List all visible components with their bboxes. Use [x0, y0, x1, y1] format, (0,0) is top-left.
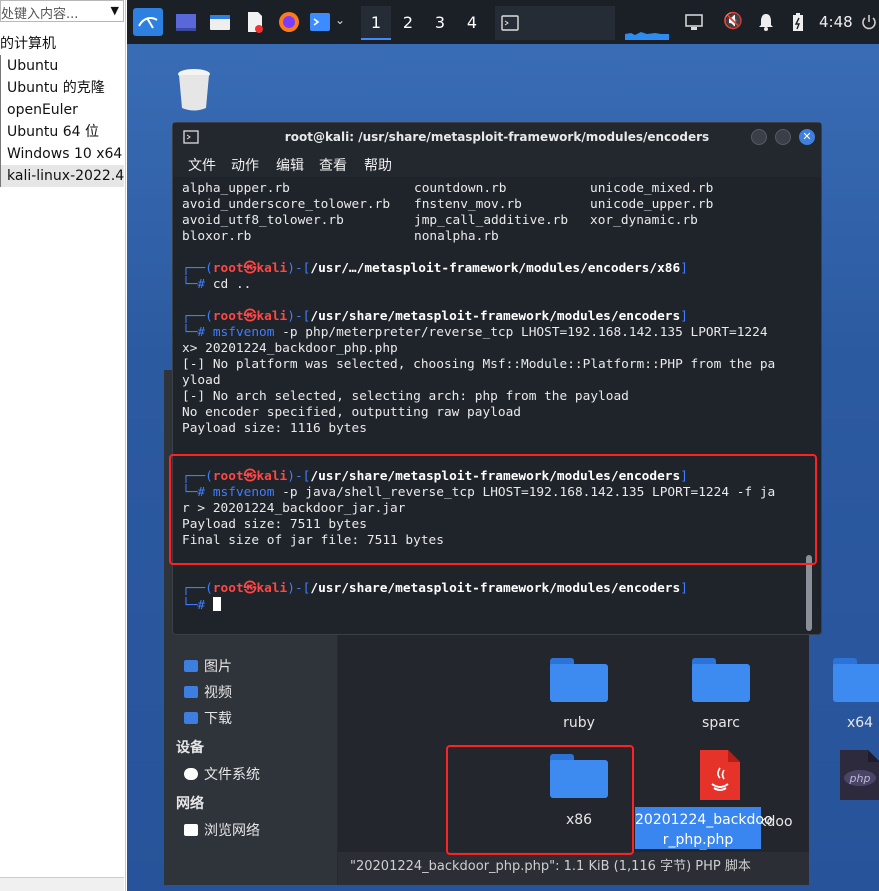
firefox-icon[interactable]	[277, 10, 301, 34]
menu-edit[interactable]: 编辑	[276, 155, 304, 175]
folder-icon[interactable]	[692, 658, 750, 702]
trash-icon[interactable]	[177, 68, 211, 112]
sidebar-header-network: 网络	[176, 796, 204, 812]
prompt-line: ┌──(root㉿kali)-[/usr/share/metasploit-fr…	[182, 581, 688, 596]
text-editor-icon[interactable]	[245, 10, 265, 34]
command-line: └─# msfvenom -p php/meterpreter/reverse_…	[182, 325, 768, 340]
menu-view[interactable]: 查看	[319, 155, 347, 175]
vm-item-selected[interactable]: kali-linux-2022.4	[0, 165, 124, 187]
java-archive-icon[interactable]	[698, 748, 742, 802]
menu-file[interactable]: 文件	[188, 155, 216, 175]
drive-icon	[184, 768, 198, 780]
highlight-box-command	[169, 454, 817, 565]
terminal-launcher-icon[interactable]	[309, 10, 331, 34]
folder-icon[interactable]	[550, 658, 608, 702]
terminal-title: root@kali: /usr/share/metasploit-framewo…	[284, 130, 710, 144]
file-manager-icon[interactable]	[209, 10, 231, 34]
terminal-scrollbar[interactable]	[806, 555, 812, 631]
output-line: [-] No platform was selected, choosing M…	[182, 357, 776, 372]
show-desktop-icon[interactable]	[175, 10, 197, 34]
php-file-icon[interactable]: php	[838, 748, 879, 802]
host-horizontal-scrollbar[interactable]	[0, 877, 124, 891]
monitor-icon	[184, 824, 198, 836]
command-line: └─# cd ..	[182, 277, 252, 292]
host-search-input[interactable]: 处键入内容... ▼	[0, 0, 124, 22]
close-icon: ✕	[802, 130, 812, 143]
vm-item[interactable]: Windows 10 x64	[0, 143, 124, 165]
vm-root-my-computer[interactable]: 的计算机	[0, 33, 124, 55]
sidebar-item-browse-network[interactable]: 浏览网络	[184, 821, 260, 841]
vm-item[interactable]: Ubuntu 的克隆	[0, 77, 124, 99]
videos-icon	[184, 686, 198, 698]
chevron-down-icon[interactable]: ⌄	[335, 13, 345, 37]
maximize-button[interactable]	[775, 129, 791, 145]
clock[interactable]: 4:48	[819, 13, 853, 31]
host-search-placeholder: 处键入内容...	[1, 7, 79, 22]
highlight-box-jar	[446, 745, 634, 855]
sidebar-item-pictures[interactable]: 图片	[184, 657, 232, 677]
power-icon[interactable]	[861, 14, 877, 30]
sidebar-item-filesystem[interactable]: 文件系统	[184, 765, 260, 785]
sidebar-header-devices: 设备	[176, 740, 204, 756]
cpu-graph-icon	[625, 32, 669, 40]
command-line-active[interactable]: └─#	[182, 597, 221, 613]
file-manager-status-bar: "20201224_backdoor_php.php": 1.1 KiB (1,…	[338, 852, 809, 885]
prompt-line: ┌──(root㉿kali)-[/usr/share/metasploit-fr…	[182, 309, 688, 324]
vm-item[interactable]: Ubuntu	[0, 55, 124, 77]
close-button[interactable]: ✕	[799, 129, 815, 145]
taskbar-window-terminal[interactable]	[495, 6, 615, 40]
terminal-titlebar[interactable]: root@kali: /usr/share/metasploit-framewo…	[173, 123, 821, 151]
output-line: [-] No arch selected, selecting arch: ph…	[182, 389, 629, 404]
text-cursor	[212, 597, 221, 611]
file-label-ruby[interactable]: ruby	[514, 715, 644, 731]
terminal-menubar: 文件 动作 编辑 查看 帮助	[173, 151, 821, 177]
workspace-4-button[interactable]: 4	[457, 6, 487, 40]
workspace-3-button[interactable]: 3	[425, 6, 455, 40]
workspace-1-button[interactable]: 1	[361, 6, 391, 40]
vm-item[interactable]: openEuler	[0, 99, 124, 121]
downloads-icon	[184, 712, 198, 724]
kali-menu-icon[interactable]	[133, 8, 163, 36]
file-label-php-selected[interactable]: 20201224_backdoo r_php.php	[635, 810, 773, 850]
network-icon[interactable]	[684, 12, 704, 32]
notification-bell-icon[interactable]	[757, 12, 775, 32]
vm-item[interactable]: Ubuntu 64 位	[0, 121, 124, 143]
svg-text:php: php	[849, 772, 871, 785]
prompt-line: ┌──(root㉿kali)-[/usr/…/metasploit-framew…	[182, 261, 688, 276]
file-label-x64[interactable]: x64	[795, 715, 879, 731]
mute-icon[interactable]: 🔇	[723, 11, 743, 30]
output-line: Payload size: 1116 bytes	[182, 421, 367, 436]
taskbar: ⌄ 1 2 3 4 🔇 4:48	[127, 0, 879, 44]
output-line: No encoder specified, outputting raw pay…	[182, 405, 521, 420]
folder-icon[interactable]	[833, 658, 879, 702]
minimize-button[interactable]	[751, 129, 767, 145]
workspace-2-button[interactable]: 2	[393, 6, 423, 40]
output-line: yload	[182, 373, 221, 388]
battery-icon[interactable]	[791, 12, 805, 32]
sidebar-item-downloads[interactable]: 下载	[184, 709, 232, 729]
file-label-sparc[interactable]: sparc	[656, 715, 786, 731]
chevron-down-icon[interactable]: ▼	[111, 4, 119, 17]
terminal-window: root@kali: /usr/share/metasploit-framewo…	[169, 122, 822, 635]
vm-list: 的计算机 Ubuntu Ubuntu 的克隆 openEuler Ubuntu …	[0, 33, 124, 187]
command-continuation: x> 20201224_backdoor_php.php	[182, 341, 398, 356]
menu-help[interactable]: 帮助	[364, 155, 392, 175]
host-vm-library: 处键入内容... ▼ 的计算机 Ubuntu Ubuntu 的克隆 openEu…	[0, 0, 126, 891]
pictures-icon	[184, 660, 198, 672]
menu-action[interactable]: 动作	[231, 155, 259, 175]
sidebar-item-videos[interactable]: 视频	[184, 683, 232, 703]
terminal-icon	[501, 15, 519, 31]
